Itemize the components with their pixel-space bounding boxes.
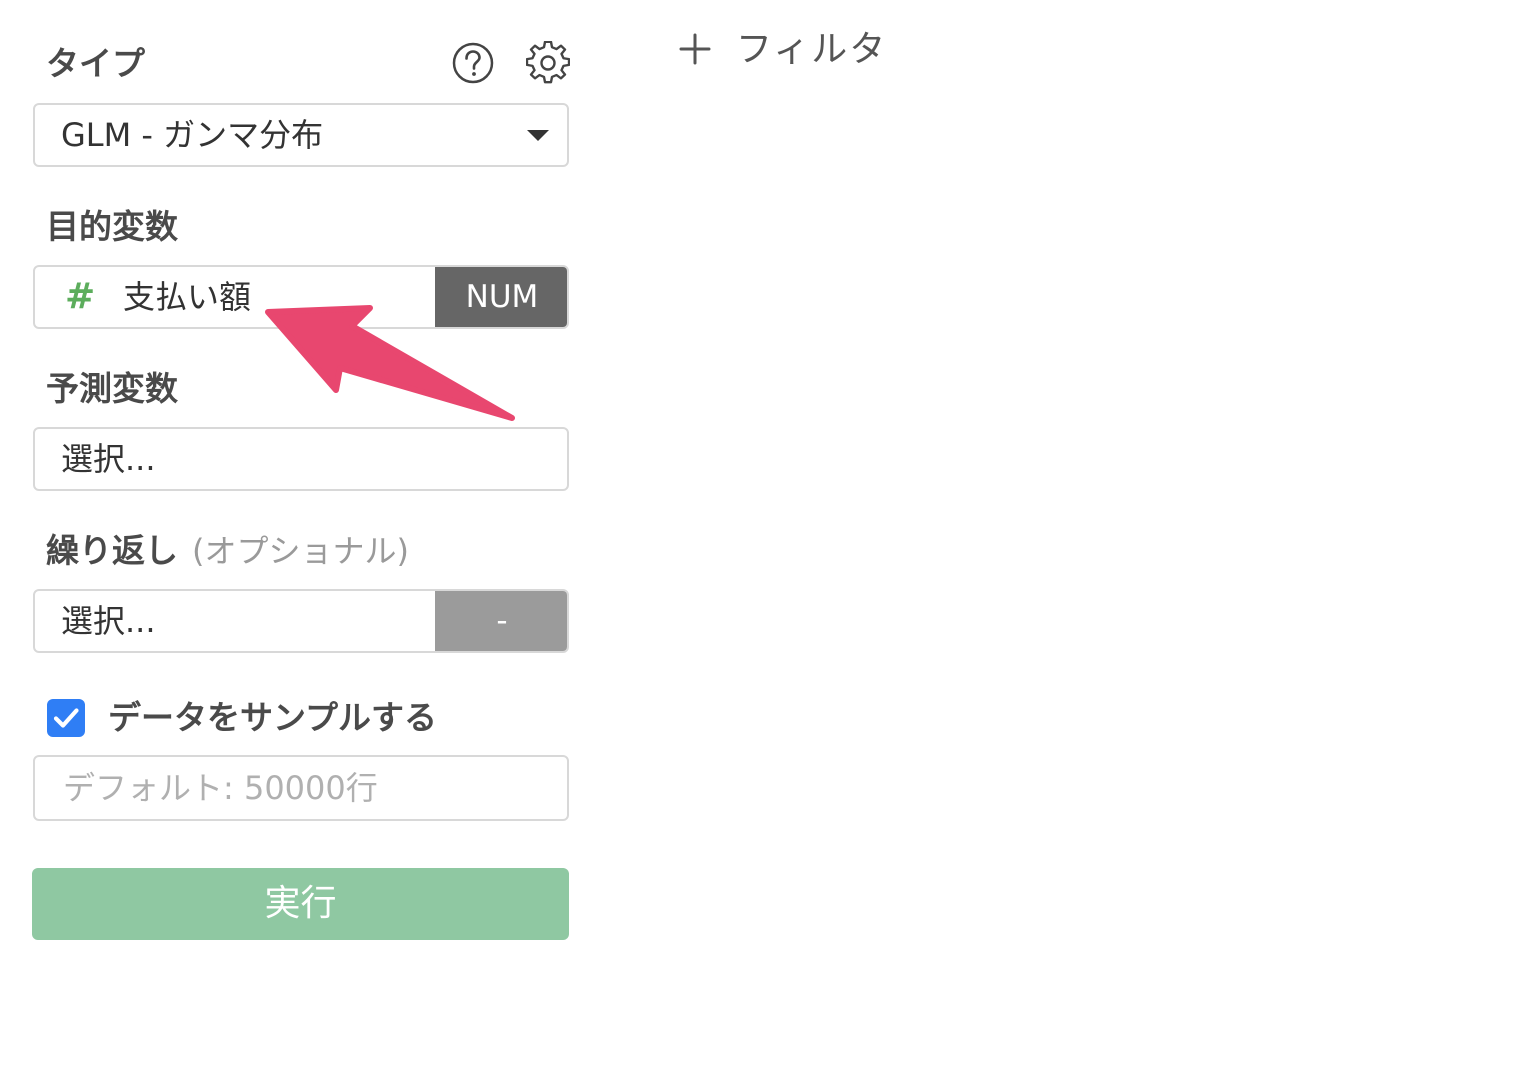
column-type-badge: NUM bbox=[435, 267, 567, 327]
repeat-label-text: 繰り返し bbox=[46, 531, 178, 570]
predictor-placeholder: 選択... bbox=[61, 440, 156, 478]
target-variable-label: 目的変数 bbox=[46, 207, 178, 246]
repeat-type-badge: - bbox=[435, 591, 567, 651]
optional-label: (オプショナル) bbox=[192, 532, 409, 570]
repeat-select[interactable]: 選択... - bbox=[33, 589, 569, 653]
predictor-variable-label: 予測変数 bbox=[46, 369, 178, 408]
sample-data-label[interactable]: データをサンプルする bbox=[108, 698, 437, 738]
type-label: タイプ bbox=[46, 44, 145, 83]
repeat-placeholder: 選択... bbox=[61, 602, 156, 640]
add-filter-label: フィルタ bbox=[736, 29, 888, 70]
caret-down-icon bbox=[527, 130, 549, 141]
run-button[interactable]: 実行 bbox=[32, 868, 569, 940]
sample-size-input[interactable] bbox=[33, 755, 569, 821]
gear-icon[interactable] bbox=[526, 41, 570, 85]
help-circle-icon[interactable] bbox=[451, 41, 495, 85]
repeat-label: 繰り返し (オプショナル) bbox=[46, 531, 409, 571]
check-icon bbox=[53, 708, 79, 728]
type-select-value: GLM - ガンマ分布 bbox=[61, 116, 324, 154]
plus-icon bbox=[679, 33, 711, 65]
type-select[interactable]: GLM - ガンマ分布 bbox=[33, 103, 569, 167]
target-column-name: 支払い額 bbox=[123, 278, 252, 316]
target-variable-select[interactable]: # 支払い額 NUM bbox=[33, 265, 569, 329]
predictor-variable-select[interactable]: 選択... bbox=[33, 427, 569, 491]
numeric-hash-icon: # bbox=[65, 276, 96, 317]
sample-data-checkbox[interactable] bbox=[47, 699, 85, 737]
